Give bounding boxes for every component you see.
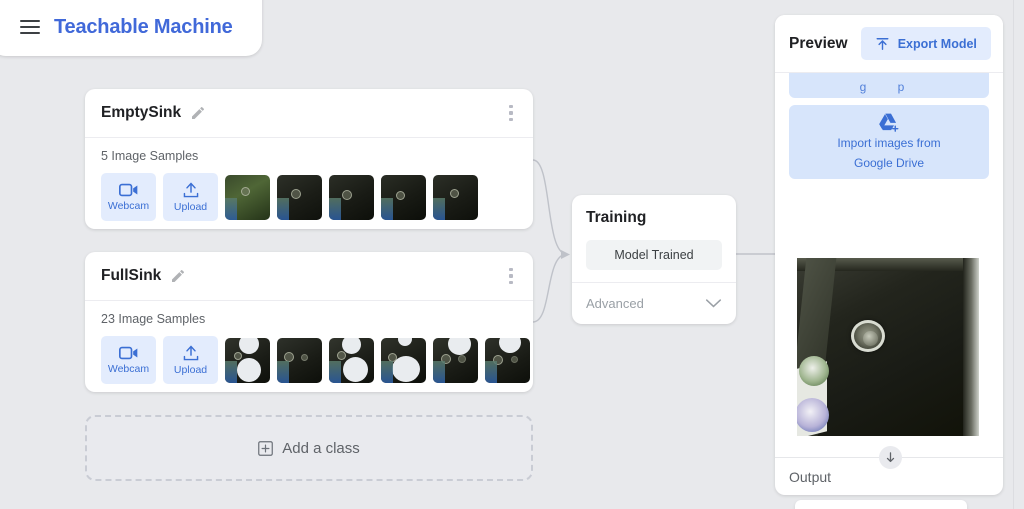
sample-thumbnail[interactable]	[225, 337, 270, 383]
sample-thumbnail[interactable]	[225, 174, 270, 220]
preview-title: Preview	[789, 34, 848, 52]
upload-icon	[183, 345, 198, 360]
webcam-button[interactable]: Webcam	[101, 173, 156, 221]
upload-icon	[876, 37, 889, 50]
class-card-header: FullSink	[85, 252, 533, 301]
webcam-icon	[118, 346, 137, 359]
class-card-emptysink: EmptySink 5 Image Samples Webcam Upload	[85, 89, 533, 229]
chevron-down-icon	[705, 299, 722, 308]
offscreen-bottom-card	[795, 500, 967, 509]
class-name: FullSink	[101, 267, 162, 284]
sample-thumbnail[interactable]	[381, 174, 426, 220]
webcam-icon	[118, 183, 137, 196]
app-brand-title: Teachable Machine	[54, 15, 233, 38]
sample-thumbnail[interactable]	[329, 337, 374, 383]
upload-button[interactable]: Upload	[163, 173, 218, 221]
preview-scroll-area[interactable]: g p Import images from Google Drive Outp…	[775, 73, 1003, 495]
add-class-label: Add a class	[282, 439, 360, 457]
export-model-button[interactable]: Export Model	[860, 27, 991, 60]
sample-thumbnail-row: Webcam Upload	[101, 173, 533, 221]
webcam-label: Webcam	[107, 362, 150, 375]
sample-thumbnail[interactable]	[433, 174, 478, 220]
sink-drain	[851, 320, 885, 352]
class-options-menu[interactable]	[503, 266, 519, 286]
sample-thumbnail[interactable]	[277, 337, 322, 383]
import-gdrive-line1: Import images from	[837, 136, 941, 151]
upload-icon	[183, 182, 198, 197]
upload-label: Upload	[173, 200, 208, 213]
sample-thumbnail[interactable]	[329, 174, 374, 220]
sample-thumbnail[interactable]	[485, 337, 530, 383]
scrolled-offscreen-button[interactable]: g p	[789, 73, 989, 98]
sample-thumbnail[interactable]	[433, 337, 478, 383]
google-drive-plus-icon	[879, 113, 899, 132]
sample-count-label: 5 Image Samples	[101, 149, 199, 163]
output-title: Output	[789, 469, 832, 485]
export-model-label: Export Model	[897, 36, 977, 51]
preview-panel: Preview Export Model g p Import images f…	[775, 15, 1003, 495]
pencil-icon[interactable]	[170, 268, 186, 284]
webcam-button[interactable]: Webcam	[101, 336, 156, 384]
scrolled-button-ghost-text: g p	[859, 80, 919, 94]
download-arrow-icon[interactable]	[879, 446, 902, 469]
preview-header: Preview Export Model	[775, 15, 1003, 73]
upload-label: Upload	[173, 363, 208, 376]
class-card-body: 23 Image Samples Webcam Upload	[85, 301, 533, 384]
import-google-drive-button[interactable]: Import images from Google Drive	[789, 105, 989, 179]
class-options-menu[interactable]	[503, 103, 519, 123]
sample-thumbnail[interactable]	[277, 174, 322, 220]
plus-square-icon	[258, 440, 274, 456]
pencil-icon[interactable]	[190, 105, 206, 121]
app-header: Teachable Machine	[0, 0, 262, 56]
class-name: EmptySink	[101, 104, 182, 121]
training-panel: Training Model Trained Advanced	[572, 195, 736, 324]
hamburger-icon[interactable]	[20, 20, 40, 34]
sample-thumbnail[interactable]	[381, 337, 426, 383]
class-card-fullsink: FullSink 23 Image Samples Webcam Upload	[85, 252, 533, 392]
class-card-body: 5 Image Samples Webcam Upload	[85, 138, 533, 221]
add-class-button[interactable]: Add a class	[85, 415, 533, 481]
upload-button[interactable]: Upload	[163, 336, 218, 384]
training-title: Training	[586, 209, 647, 226]
advanced-settings-toggle[interactable]: Advanced	[572, 282, 736, 324]
webcam-preview-feed	[797, 258, 979, 436]
class-card-header: EmptySink	[85, 89, 533, 138]
advanced-label: Advanced	[586, 296, 644, 311]
sample-count-label: 23 Image Samples	[101, 312, 206, 326]
import-gdrive-line2: Google Drive	[853, 156, 925, 170]
sample-thumbnail-row: Webcam Upload	[101, 336, 533, 384]
train-model-button[interactable]: Model Trained	[586, 240, 722, 270]
page-scrollbar[interactable]	[1013, 0, 1024, 509]
webcam-label: Webcam	[107, 199, 150, 212]
